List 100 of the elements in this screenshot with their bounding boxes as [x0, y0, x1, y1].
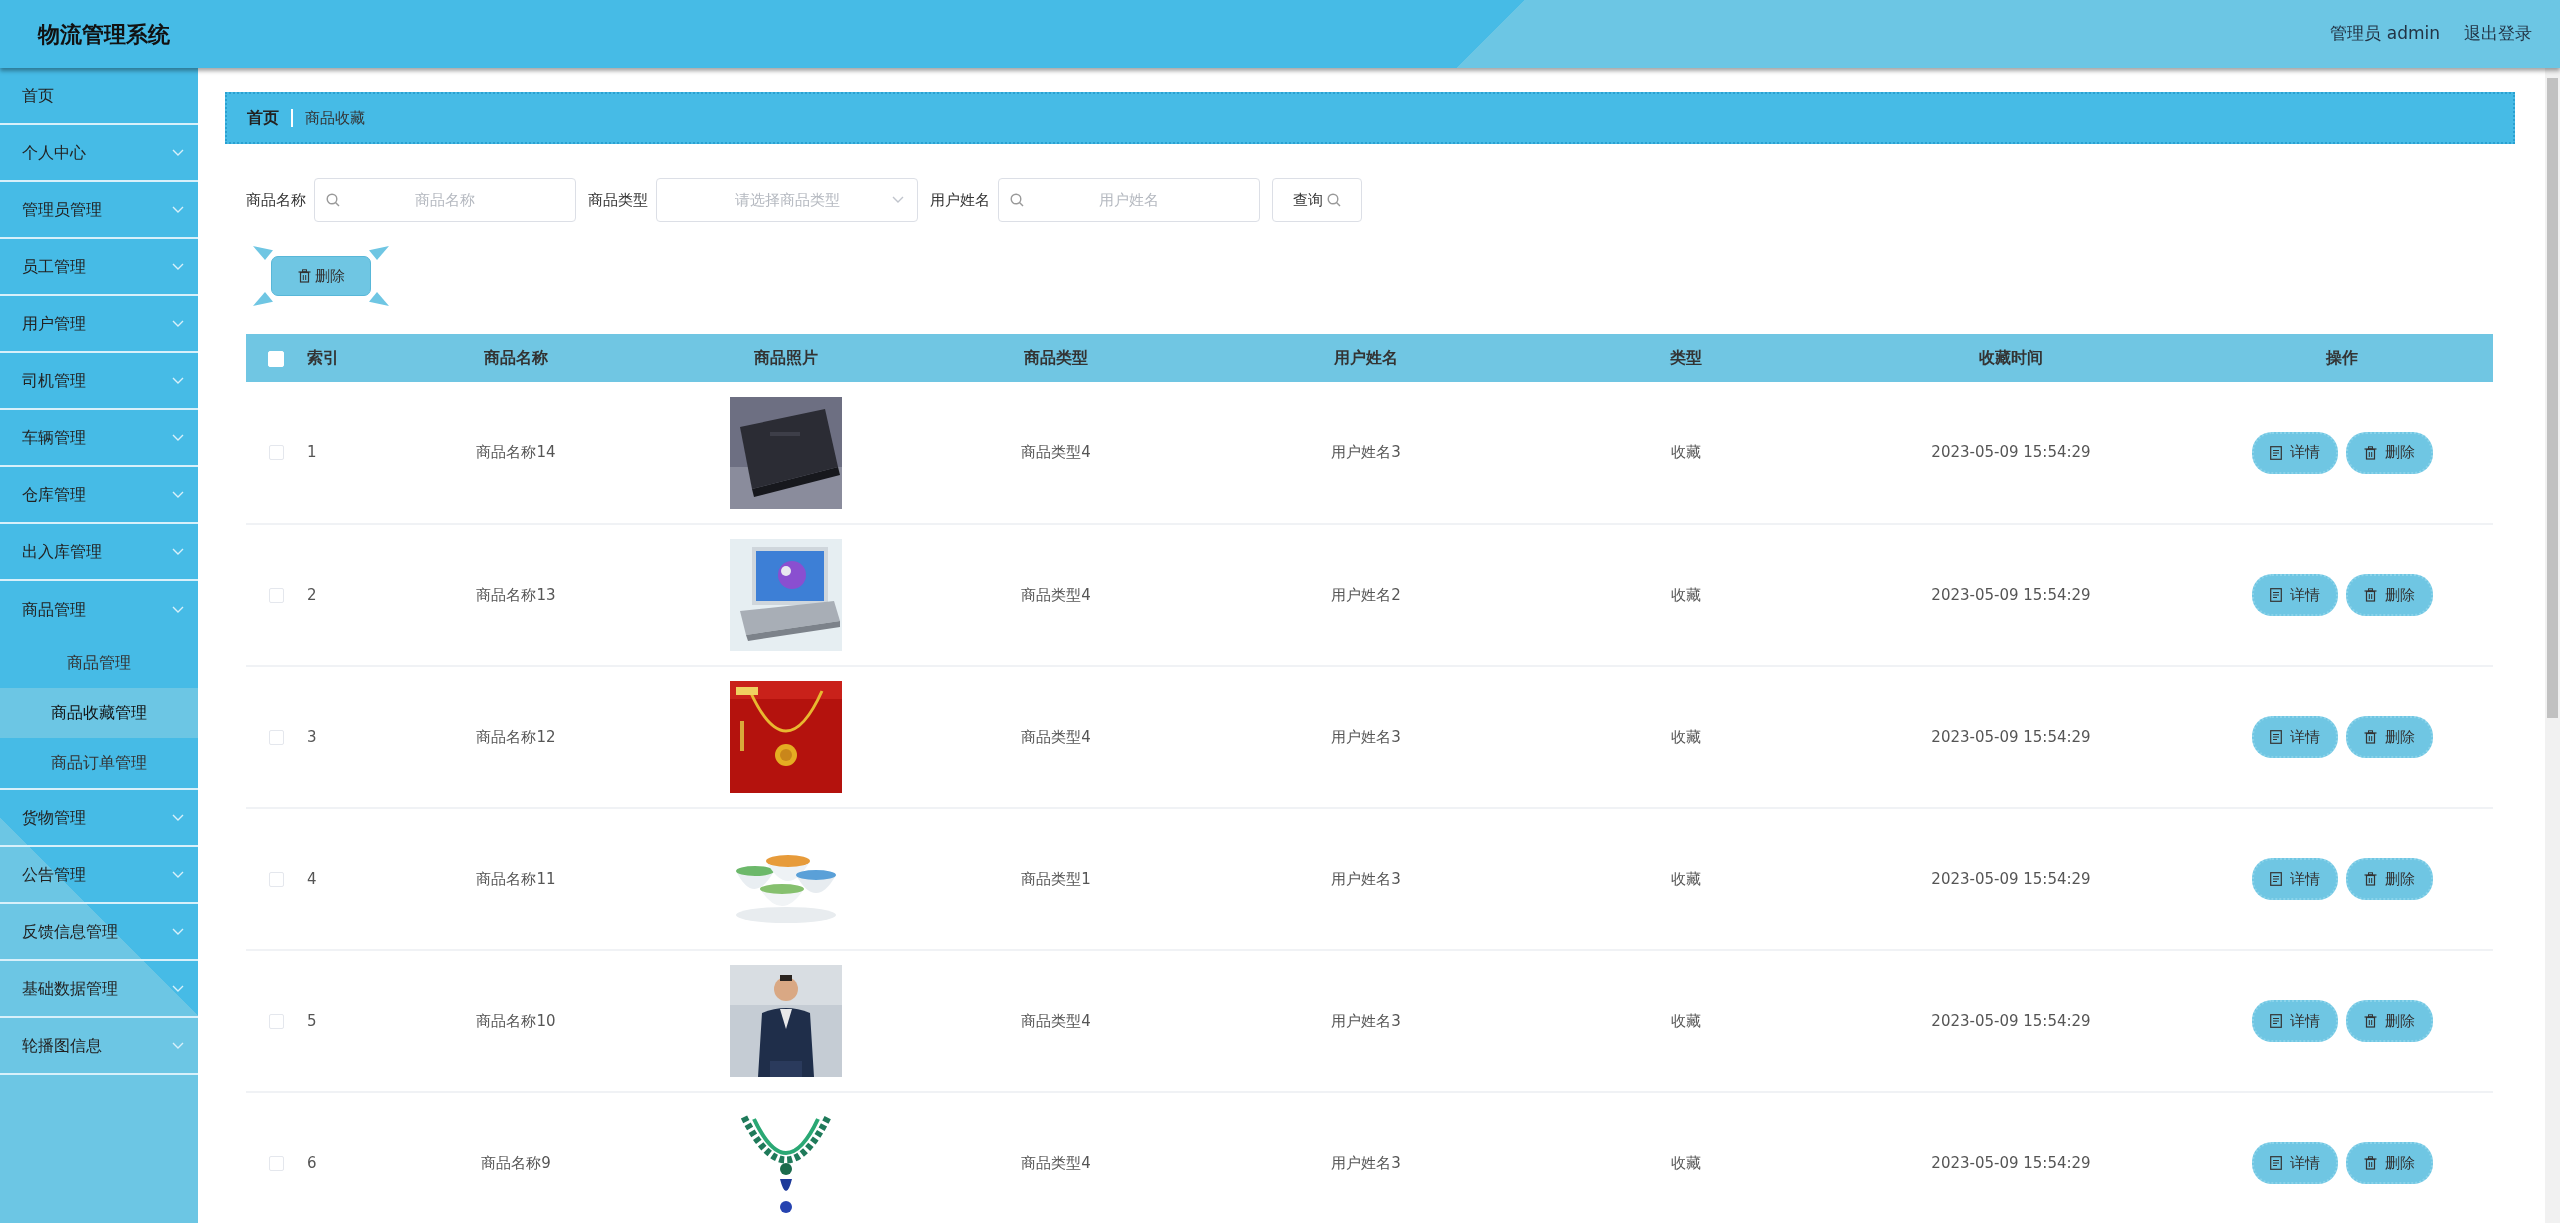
table-cell: 商品名称12 [476, 727, 556, 746]
delete-button[interactable]: 删除 [2345, 716, 2433, 758]
sidebar-item[interactable]: 员工管理 [0, 239, 198, 296]
document-icon [2269, 1156, 2282, 1170]
column-header: 收藏时间 [1979, 348, 2043, 367]
type-select[interactable]: 请选择商品类型 [656, 178, 918, 222]
table-cell: 用户姓名2 [1331, 585, 1401, 604]
search-field[interactable]: 商品名称 [314, 178, 576, 222]
chevron-down-icon [172, 870, 184, 879]
sidebar-item[interactable]: 轮播图信息 [0, 1018, 198, 1075]
document-icon [2269, 1014, 2282, 1028]
table-cell: 商品类型4 [1021, 443, 1091, 462]
scrollbar[interactable] [2545, 68, 2560, 1223]
table-cell: 2023-05-09 15:54:29 [1931, 1011, 2091, 1030]
details-button[interactable]: 详情 [2251, 716, 2338, 758]
delete-button[interactable]: 删除 [2345, 574, 2433, 616]
search-icon [1010, 193, 1024, 207]
sidebar-item[interactable]: 公告管理 [0, 847, 198, 904]
table-cell: 收藏 [1671, 585, 1701, 604]
chevron-down-icon [172, 813, 184, 822]
table-cell: 商品类型4 [1021, 727, 1091, 746]
table-cell: 收藏 [1671, 727, 1701, 746]
table-cell: 商品名称10 [476, 1011, 556, 1030]
trash-icon [2363, 1014, 2377, 1028]
table-cell: 2023-05-09 15:54:29 [1931, 727, 2091, 746]
details-button[interactable]: 详情 [2251, 1142, 2338, 1184]
table-cell: 收藏 [1671, 1153, 1701, 1172]
breadcrumb-link[interactable]: 首页 [247, 106, 279, 130]
table-cell: 商品名称13 [476, 585, 556, 604]
column-header: 操作 [2326, 348, 2358, 367]
query-button[interactable]: 查询 [1272, 178, 1362, 222]
table-cell: 商品名称14 [476, 443, 556, 462]
table-cell: 用户姓名3 [1331, 1153, 1401, 1172]
chevron-down-icon [172, 1041, 184, 1050]
table-cell: 商品名称9 [481, 1153, 551, 1172]
table-cell: 商品类型4 [1021, 1011, 1091, 1030]
delete-button[interactable]: 删除 [253, 246, 389, 306]
chevron-down-icon [172, 148, 184, 157]
sidebar-item[interactable]: 个人中心 [0, 125, 198, 182]
details-button[interactable]: 详情 [2251, 431, 2338, 474]
filter-label: 商品类型 [588, 189, 648, 211]
details-button[interactable]: 详情 [2251, 1000, 2338, 1042]
search-field[interactable]: 用户姓名 [998, 178, 1260, 222]
delete-button[interactable]: 删除 [2345, 431, 2433, 474]
sidebar-item[interactable]: 商品管理 [0, 581, 198, 638]
select-all-checkbox[interactable] [268, 350, 284, 367]
delete-button[interactable]: 删除 [2345, 1000, 2433, 1042]
table-cell: 商品名称11 [476, 869, 556, 888]
chevron-down-icon [172, 605, 184, 614]
document-icon [2269, 588, 2282, 602]
column-header: 类型 [1670, 348, 1702, 367]
row-checkbox[interactable] [268, 1013, 284, 1029]
row-checkbox[interactable] [268, 729, 284, 745]
table-cell: 用户姓名3 [1331, 869, 1401, 888]
details-button[interactable]: 详情 [2251, 858, 2338, 900]
details-button[interactable]: 详情 [2251, 574, 2338, 616]
table-cell: 3 [307, 727, 317, 746]
table-cell: 6 [307, 1153, 317, 1172]
table-cell: 2 [307, 585, 317, 604]
sidebar-item[interactable]: 反馈信息管理 [0, 904, 198, 961]
document-icon [2269, 872, 2282, 886]
document-icon [2269, 730, 2282, 744]
table-cell: 用户姓名3 [1331, 443, 1401, 462]
table-cell: 2023-05-09 15:54:29 [1931, 869, 2091, 888]
chevron-down-icon [172, 205, 184, 214]
sidebar-item[interactable]: 基础数据管理 [0, 961, 198, 1018]
chevron-down-icon [172, 319, 184, 328]
table-cell: 4 [307, 869, 317, 888]
sidebar-item[interactable]: 货物管理 [0, 790, 198, 847]
trash-icon [2363, 872, 2377, 886]
sidebar-item[interactable]: 司机管理 [0, 353, 198, 410]
search-icon [326, 193, 340, 207]
sidebar-item[interactable]: 管理员管理 [0, 182, 198, 239]
column-header: 用户姓名 [1334, 348, 1398, 367]
row-checkbox[interactable] [268, 445, 284, 461]
delete-button[interactable]: 删除 [2345, 1142, 2433, 1184]
sidebar-item[interactable]: 仓库管理 [0, 467, 198, 524]
submenu-item[interactable]: 商品收藏管理 [0, 688, 198, 738]
logout-link[interactable]: 退出登录 [2464, 21, 2532, 47]
column-header: 商品照片 [754, 348, 818, 367]
trash-icon [2363, 588, 2377, 602]
filter-label: 用户姓名 [930, 189, 990, 211]
column-header: 商品名称 [484, 348, 548, 367]
chevron-down-icon [172, 490, 184, 499]
sidebar-item[interactable]: 用户管理 [0, 296, 198, 353]
table-cell: 商品类型4 [1021, 1153, 1091, 1172]
table-cell: 收藏 [1671, 1011, 1701, 1030]
row-checkbox[interactable] [268, 1155, 284, 1171]
table-cell: 2023-05-09 15:54:29 [1931, 585, 2091, 604]
trash-icon [2363, 1156, 2377, 1170]
row-checkbox[interactable] [268, 587, 284, 603]
delete-button[interactable]: 删除 [2345, 858, 2433, 900]
chevron-down-icon [172, 433, 184, 442]
chevron-down-icon [892, 196, 904, 204]
row-checkbox[interactable] [268, 871, 284, 887]
sidebar-item[interactable]: 首页 [0, 68, 198, 125]
sidebar-item[interactable]: 出入库管理 [0, 524, 198, 581]
user-label: 管理员 admin [2330, 22, 2440, 46]
app-title: 物流管理系统 [38, 20, 170, 49]
sidebar-item[interactable]: 车辆管理 [0, 410, 198, 467]
